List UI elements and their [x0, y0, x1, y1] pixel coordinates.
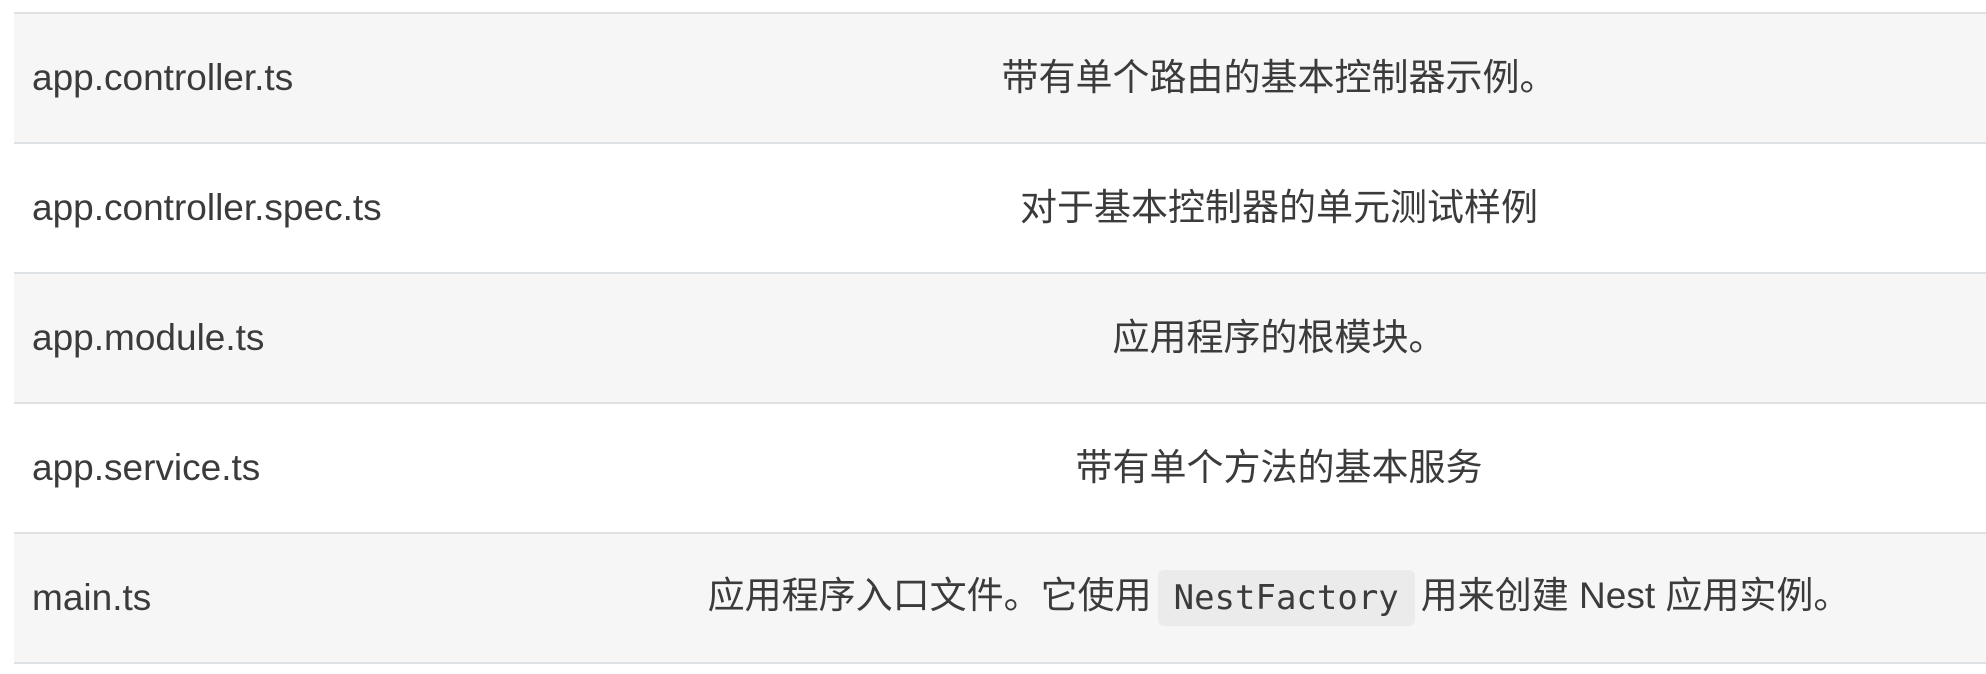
file-description: 带有单个方法的基本服务: [1075, 447, 1483, 488]
file-name: app.service.ts: [32, 447, 261, 488]
table-row: app.module.ts 应用程序的根模块。: [14, 273, 1986, 403]
table-row: main.ts 应用程序入口文件。它使用 NestFactory 用来创建 Nest…: [14, 533, 1986, 663]
page: app.controller.ts 带有单个路由的基本控制器示例。 app.co…: [0, 0, 1986, 674]
file-name: app.controller.spec.ts: [32, 187, 382, 228]
inline-code: NestFactory: [1157, 570, 1415, 626]
file-name: main.ts: [32, 577, 152, 618]
description-text-before: 应用程序入口文件。它使用: [707, 574, 1152, 616]
file-description: 应用程序入口文件。它使用 NestFactory 用来创建 Nest 应用实例。: [572, 533, 1986, 663]
table-row: app.service.ts 带有单个方法的基本服务: [14, 403, 1986, 533]
file-description: 应用程序的根模块。: [1112, 317, 1446, 358]
file-description: 对于基本控制器的单元测试样例: [1020, 187, 1538, 228]
file-structure-table: app.controller.ts 带有单个路由的基本控制器示例。 app.co…: [14, 12, 1986, 664]
table-row: app.controller.ts 带有单个路由的基本控制器示例。: [14, 13, 1986, 143]
table-row: app.controller.spec.ts 对于基本控制器的单元测试样例: [14, 143, 1986, 273]
description-text-after: 用来创建 Nest 应用实例。: [1420, 574, 1851, 616]
file-name: app.controller.ts: [32, 57, 294, 98]
file-name: app.module.ts: [32, 317, 265, 358]
file-description: 带有单个路由的基本控制器示例。: [1001, 57, 1557, 98]
